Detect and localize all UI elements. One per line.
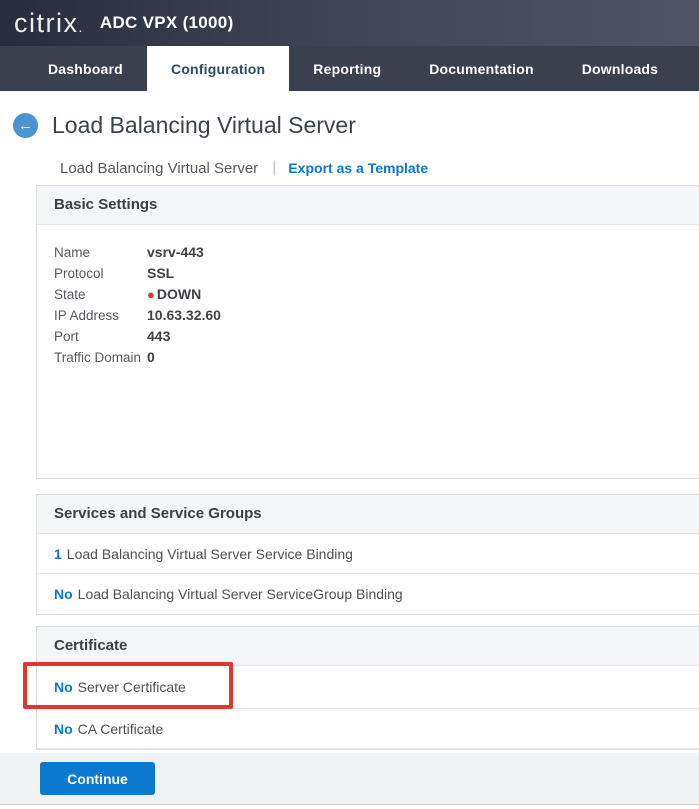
field-port: Port 443 [54, 326, 699, 347]
export-template-link[interactable]: Export as a Template [288, 160, 428, 176]
field-label: Protocol [54, 263, 147, 284]
basic-settings-panel: Basic Settings Name vsrv-443 Protocol SS… [36, 185, 699, 479]
status-down-icon: ● [147, 288, 155, 301]
servicegroup-binding-row[interactable]: No Load Balancing Virtual Server Service… [37, 574, 699, 614]
field-state: State ●DOWN [54, 284, 699, 305]
binding-count: 1 [54, 546, 62, 562]
binding-count: No [54, 586, 73, 602]
field-label: Port [54, 326, 147, 347]
binding-text: Load Balancing Virtual Server Service Bi… [67, 546, 353, 562]
top-bar: citrix. ADC VPX (1000) [0, 0, 699, 46]
basic-settings-header[interactable]: Basic Settings [37, 186, 699, 225]
footer-bar: Continue [0, 753, 699, 805]
breadcrumb-divider: | [272, 159, 276, 177]
certificate-panel: Certificate No Server Certificate No CA … [36, 626, 699, 750]
back-button[interactable]: ← [13, 113, 38, 138]
field-label: State [54, 284, 147, 305]
status-text: DOWN [157, 284, 201, 305]
field-label: IP Address [54, 305, 147, 326]
main-nav: Dashboard Configuration Reporting Docume… [0, 46, 699, 91]
nav-tab-configuration[interactable]: Configuration [147, 46, 289, 91]
field-value: ●DOWN [147, 284, 201, 305]
logo-dot: . [79, 19, 84, 35]
binding-text: Load Balancing Virtual Server ServiceGro… [78, 586, 403, 602]
certificate-title: Certificate [54, 637, 127, 654]
field-label: Name [54, 242, 147, 263]
field-value: vsrv-443 [147, 242, 204, 263]
services-title: Services and Service Groups [54, 505, 262, 522]
field-label: Traffic Domain [54, 347, 147, 368]
field-traffic-domain: Traffic Domain 0 [54, 347, 699, 368]
basic-settings-body: Name vsrv-443 Protocol SSL State ●DOWN I… [37, 225, 699, 478]
nav-tab-dashboard[interactable]: Dashboard [24, 46, 147, 91]
nav-tab-downloads[interactable]: Downloads [558, 46, 682, 91]
field-value: 443 [147, 326, 170, 347]
services-header[interactable]: Services and Service Groups [37, 495, 699, 534]
field-value: 0 [147, 347, 155, 368]
breadcrumb: Load Balancing Virtual Server | Export a… [60, 158, 699, 178]
binding-count: No [54, 679, 73, 695]
certificate-header[interactable]: Certificate [37, 627, 699, 666]
field-protocol: Protocol SSL [54, 263, 699, 284]
nav-tab-reporting[interactable]: Reporting [289, 46, 405, 91]
page-title: Load Balancing Virtual Server [52, 112, 356, 139]
binding-text: CA Certificate [78, 721, 164, 737]
service-binding-row[interactable]: 1 Load Balancing Virtual Server Service … [37, 534, 699, 574]
binding-text: Server Certificate [78, 679, 186, 695]
page-header: ← Load Balancing Virtual Server [13, 112, 699, 138]
server-certificate-row[interactable]: No Server Certificate [37, 666, 699, 709]
breadcrumb-label: Load Balancing Virtual Server [60, 160, 258, 177]
ca-certificate-row[interactable]: No CA Certificate [37, 709, 699, 749]
field-value: SSL [147, 263, 174, 284]
field-value: 10.63.32.60 [147, 305, 221, 326]
basic-settings-title: Basic Settings [54, 196, 157, 213]
continue-button[interactable]: Continue [40, 762, 155, 795]
back-arrow-icon: ← [18, 118, 33, 133]
services-panel: Services and Service Groups 1 Load Balan… [36, 494, 699, 615]
field-name: Name vsrv-443 [54, 242, 699, 263]
field-ip-address: IP Address 10.63.32.60 [54, 305, 699, 326]
app-title: ADC VPX (1000) [100, 13, 234, 33]
citrix-logo: citrix. [14, 10, 84, 37]
nav-tab-documentation[interactable]: Documentation [405, 46, 558, 91]
binding-count: No [54, 721, 73, 737]
